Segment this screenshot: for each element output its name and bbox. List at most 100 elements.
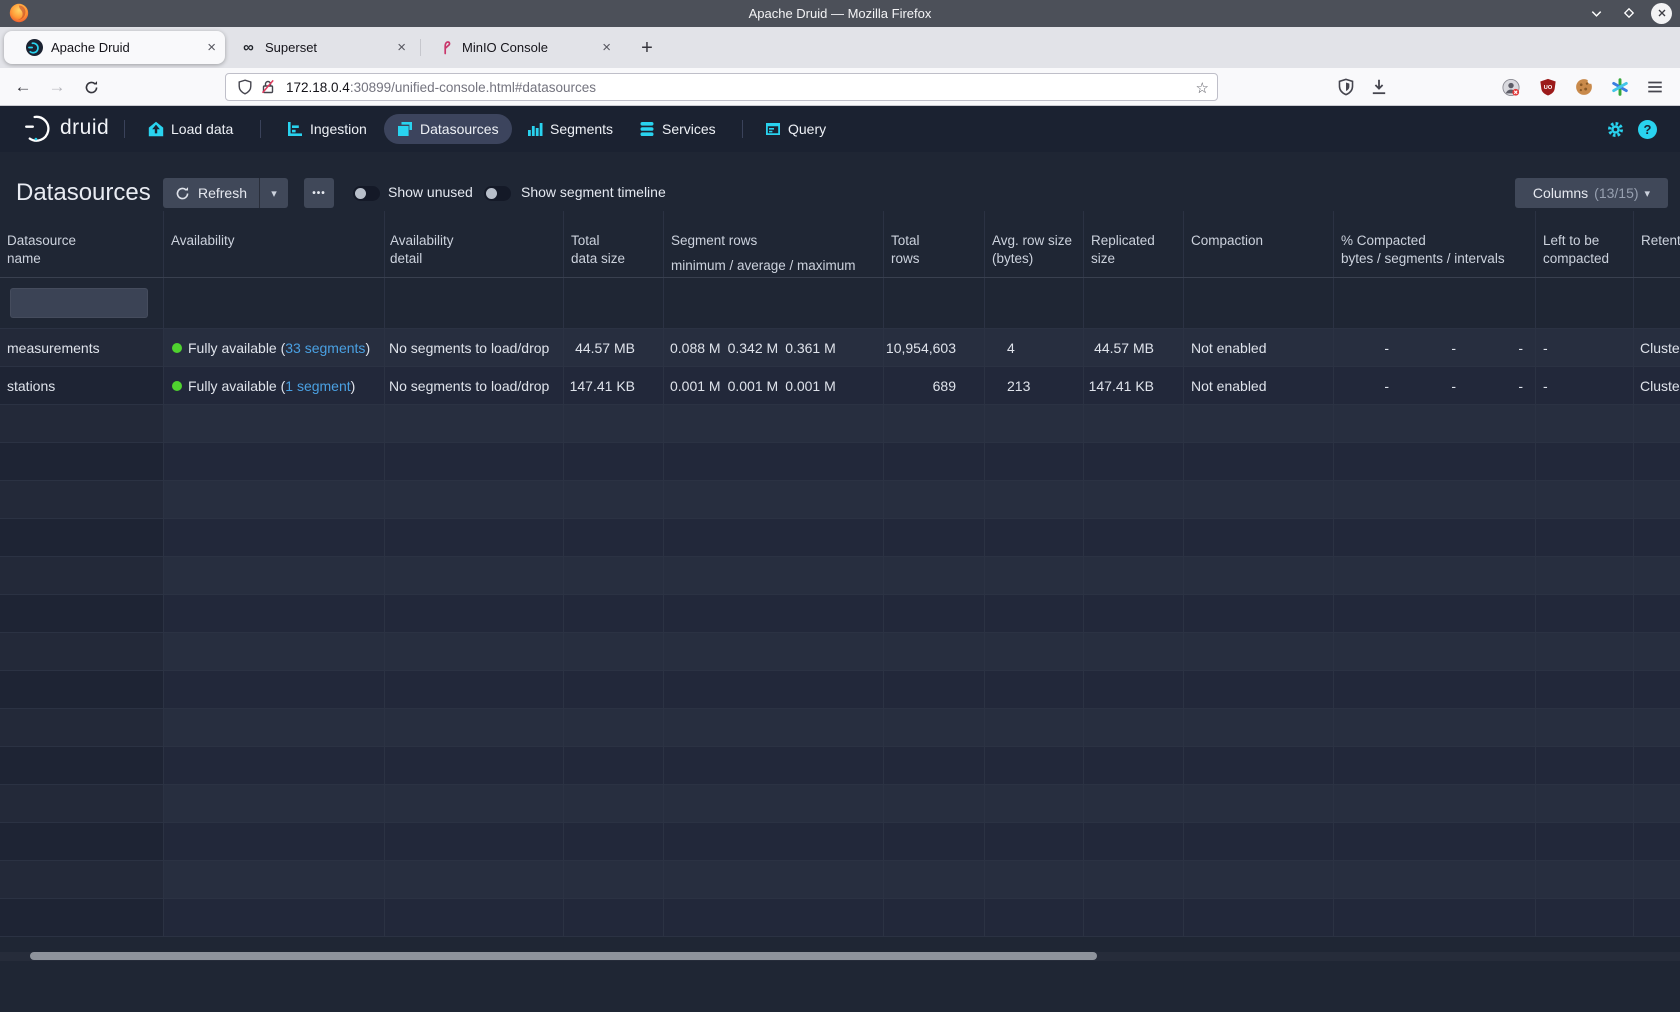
refresh-label: Refresh: [198, 185, 247, 201]
segments-link[interactable]: 33 segments: [285, 340, 365, 356]
table-row-measurements[interactable]: measurements Fully available (33 segment…: [0, 329, 1680, 367]
window-maximize-icon[interactable]: [1618, 2, 1640, 24]
segments-link[interactable]: 1 segment: [285, 378, 350, 394]
columns-button[interactable]: Columns (13/15) ▾: [1515, 178, 1668, 208]
account-blocked-icon[interactable]: [1502, 78, 1520, 96]
table-row-empty: [0, 633, 1680, 671]
druid-logo[interactable]: druid: [24, 113, 109, 143]
settings-gear-icon[interactable]: [1606, 120, 1625, 139]
header-segment-rows[interactable]: Segment rowsminimum / average / maximum: [664, 211, 884, 277]
superset-favicon-icon: ∞: [240, 39, 257, 56]
chevron-down-icon: ▾: [271, 187, 277, 200]
cell-datasource-name[interactable]: measurements: [0, 329, 164, 366]
tab-superset[interactable]: ∞ Superset ×: [226, 31, 415, 64]
header-compaction[interactable]: Compaction: [1184, 211, 1334, 277]
reload-icon[interactable]: [76, 68, 106, 106]
show-segment-timeline-label: Show segment timeline: [521, 181, 666, 203]
menu-hamburger-icon[interactable]: [1646, 78, 1664, 96]
tab-apache-druid[interactable]: Apache Druid ×: [4, 31, 225, 64]
columns-label: Columns: [1533, 185, 1588, 201]
tab-strip: Apache Druid × ∞ Superset × MinIO Consol…: [0, 27, 1680, 68]
datasources-table: Datasourcename Availability Availability…: [0, 211, 1680, 952]
cell-segment-rows: 0.088 M0.342 M0.361 M: [664, 329, 884, 366]
window-minimize-icon[interactable]: [1585, 2, 1607, 24]
cell-segment-rows: 0.001 M0.001 M0.001 M: [664, 367, 884, 404]
header-total-rows[interactable]: Totalrows: [884, 211, 985, 277]
refresh-button[interactable]: Refresh ▾: [163, 178, 288, 208]
table-row-stations[interactable]: stations Fully available (1 segment) No …: [0, 367, 1680, 405]
nav-item-load-data[interactable]: Load data: [135, 114, 246, 144]
tab-minio-console[interactable]: MinIO Console ×: [424, 31, 620, 64]
downloads-icon[interactable]: [1370, 78, 1388, 96]
minio-favicon-icon: [437, 39, 454, 56]
extension-asterisk-icon[interactable]: [1611, 78, 1629, 96]
nav-item-label: Ingestion: [310, 121, 367, 137]
filter-cell: [564, 278, 664, 328]
header-availability[interactable]: Availability: [164, 211, 385, 277]
more-actions-button[interactable]: •••: [304, 178, 334, 208]
forward-icon[interactable]: →: [42, 68, 72, 106]
header-avg-row-size[interactable]: Avg. row size(bytes): [985, 211, 1084, 277]
horizontal-scrollbar-thumb[interactable]: [30, 952, 1097, 960]
cell-compaction: Not enabled: [1184, 367, 1334, 404]
header-replicated-size[interactable]: Replicatedsize: [1084, 211, 1184, 277]
cell-avg-row-size: 213: [985, 367, 1084, 404]
table-empty-rows: [0, 405, 1680, 937]
header-datasource-name[interactable]: Datasourcename: [0, 211, 164, 277]
table-row-empty: [0, 671, 1680, 709]
tab-close-icon[interactable]: ×: [207, 40, 216, 55]
ublock-origin-icon[interactable]: UO: [1539, 78, 1557, 96]
header-left-to-compact[interactable]: Left to becompacted: [1536, 211, 1634, 277]
cell-replicated-size: 44.57 MB: [1084, 329, 1184, 366]
cell-datasource-name[interactable]: stations: [0, 367, 164, 404]
window-titlebar: Apache Druid — Mozilla Firefox: [0, 0, 1680, 27]
filter-cell: [164, 278, 385, 328]
nav-item-datasources[interactable]: Datasources: [384, 114, 512, 144]
refresh-icon: [175, 186, 190, 201]
cell-total-data-size: 44.57 MB: [564, 329, 664, 366]
nav-item-segments[interactable]: Segments: [514, 114, 626, 144]
insecure-lock-icon[interactable]: [260, 79, 276, 95]
show-unused-toggle[interactable]: [353, 186, 380, 201]
window-close-icon[interactable]: [1651, 3, 1672, 24]
available-status-dot: [172, 381, 182, 391]
nav-item-ingestion[interactable]: Ingestion: [274, 114, 380, 144]
bookmark-star-icon[interactable]: ☆: [1196, 79, 1209, 97]
show-unused-label: Show unused: [388, 181, 473, 203]
header-availability-detail[interactable]: Availabilitydetail: [385, 211, 564, 277]
protections-shield-icon[interactable]: [1337, 78, 1355, 96]
new-tab-button[interactable]: +: [634, 35, 660, 61]
refresh-dropdown-button[interactable]: ▾: [259, 178, 288, 208]
datasource-name-filter-input[interactable]: [10, 288, 148, 318]
cookie-icon[interactable]: [1575, 78, 1593, 96]
columns-count: (13/15): [1594, 185, 1638, 201]
toggle-knob: [355, 188, 366, 199]
chevron-down-icon: ▾: [1645, 187, 1651, 200]
tab-close-icon[interactable]: ×: [397, 40, 406, 55]
cell-availability: Fully available (33 segments): [164, 329, 385, 366]
header-total-data-size[interactable]: Totaldata size: [564, 211, 664, 277]
url-text[interactable]: 172.18.0.4:30899/unified-console.html#da…: [286, 80, 596, 95]
tab-label: MinIO Console: [462, 40, 548, 55]
nav-item-services[interactable]: Services: [626, 114, 729, 144]
cell-left-to-compact: -: [1536, 329, 1634, 366]
druid-favicon-icon: [26, 39, 43, 56]
back-icon[interactable]: ←: [8, 68, 38, 106]
help-icon[interactable]: ?: [1638, 120, 1657, 139]
cell-total-data-size: 147.41 KB: [564, 367, 664, 404]
table-row-empty: [0, 709, 1680, 747]
tab-close-icon[interactable]: ×: [602, 40, 611, 55]
filter-cell: [884, 278, 985, 328]
table-row-empty: [0, 861, 1680, 899]
show-segment-timeline-toggle[interactable]: [484, 186, 511, 201]
table-row-empty: [0, 595, 1680, 633]
tracking-shield-icon[interactable]: [237, 79, 253, 95]
page-header: Datasources Refresh ▾ ••• Show unused Sh…: [0, 152, 1680, 211]
nav-item-query[interactable]: Query: [752, 114, 839, 144]
filter-cell: [1084, 278, 1184, 328]
load-data-icon: [148, 121, 164, 137]
url-bar[interactable]: 172.18.0.4:30899/unified-console.html#da…: [225, 73, 1218, 101]
header-pct-compacted[interactable]: % Compactedbytes / segments / intervals: [1334, 211, 1536, 277]
nav-item-label: Segments: [550, 121, 613, 137]
header-retention[interactable]: Retention: [1634, 211, 1680, 277]
